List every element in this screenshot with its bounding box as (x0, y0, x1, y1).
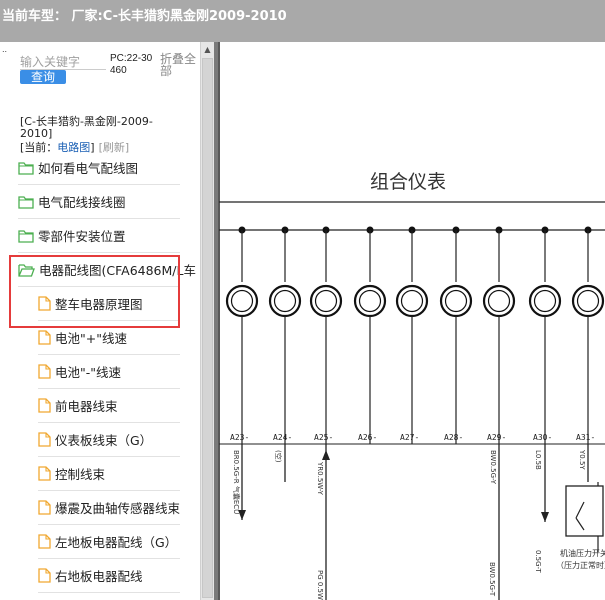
tree-item-label: 如何看电气配线图 (38, 161, 139, 176)
tree-item-left-floor-wiring[interactable]: 左地板电器配线（G） (38, 525, 180, 559)
tree-item-label: 电器配线图(CFA6486M/L车 (39, 263, 196, 278)
pin-label: A25- (314, 433, 333, 442)
diagram-canvas: 组合仪表 A23- A24- A25- A26- A27- A28- A29- A30- A31-… (218, 42, 605, 600)
wiring-diagram: 组合仪表 A23- A24- A25- A26- A27- A28- A29- A30- A31-… (218, 42, 605, 600)
tree-item-label: 控制线束 (55, 467, 106, 482)
wire-label: BW0.5G-T (488, 562, 496, 597)
pin-label: A26- (358, 433, 377, 442)
tree-item-instrument-harness[interactable]: 仪表板线束（G） (38, 423, 180, 457)
wire-label: 0.5G-T (534, 550, 542, 573)
window-title: 当前车型： 厂家:C-长丰猎豹黑金刚2009-2010 (2, 9, 287, 24)
file-icon (38, 364, 51, 379)
arrow-down-icon (541, 512, 549, 522)
oil-switch-box (565, 485, 604, 537)
diagram-title: 组合仪表 (370, 171, 446, 193)
tree-item-label: 爆震及曲轴传感器线束 (55, 501, 181, 516)
wire-label: (空) (274, 450, 283, 463)
switch-label-sub: （压力正常时） (556, 560, 605, 570)
tree-item-label: 电池"-"线速 (55, 365, 122, 380)
folder-icon (18, 229, 34, 243)
switch-label: 机油压力开关 (560, 548, 605, 558)
folder-icon (18, 195, 34, 209)
search-input[interactable] (20, 54, 106, 70)
query-button[interactable]: 查询 (20, 70, 66, 84)
tree-item-full-vehicle-schematic[interactable]: 整车电器原理图 (38, 287, 180, 321)
file-icon (38, 500, 51, 515)
pin-label: A27- (400, 433, 419, 442)
tree-item-knock-crank-harness[interactable]: 爆震及曲轴传感器线束 (38, 491, 180, 525)
file-icon (38, 568, 51, 583)
tree-item-label: 电池"+"线速 (55, 331, 127, 346)
pin-label: A30- (533, 433, 552, 442)
file-icon (38, 466, 51, 481)
file-icon (38, 432, 51, 447)
wire-label: YR0.5W-Y (316, 461, 324, 496)
sidebar-marker: .. (2, 45, 8, 54)
tree-item-front-harness[interactable]: 前电器线束 (38, 389, 180, 423)
scroll-up-icon[interactable]: ▲ (201, 44, 214, 56)
tree-item-label: 电气配线接线圈 (38, 195, 126, 210)
tree-folder-electrical-wiring[interactable]: 电器配线图(CFA6486M/L车 (18, 253, 196, 287)
tree-folder-how-to-read[interactable]: 如何看电气配线图 (18, 151, 180, 185)
pin-label: A28- (444, 433, 463, 442)
pin-label: A31- (576, 433, 595, 442)
sidebar: .. 查询 PC:22-30460 折叠全部 [C-长丰猎豹-黑金刚-2009-… (0, 42, 200, 600)
arrow-up-icon (322, 450, 330, 460)
tree-item-label: 右地板电器配线 (55, 569, 143, 584)
file-icon (38, 330, 51, 345)
folder-icon (18, 161, 34, 175)
pin-label: A24- (273, 433, 292, 442)
tree-item-label: 整车电器原理图 (55, 297, 143, 312)
pin-label: A23- (230, 433, 249, 442)
pin-label: A29- (487, 433, 506, 442)
tree-item-label: 零部件安装位置 (38, 229, 126, 244)
wire-label: Y0.5Y (578, 449, 586, 470)
fold-all-link[interactable]: 折叠全部 (160, 53, 200, 77)
file-icon (38, 534, 51, 549)
vehicle-path: [C-长丰猎豹-黑金刚-2009-2010] (20, 115, 153, 140)
tree-item-control-harness[interactable]: 控制线束 (38, 457, 180, 491)
folder-open-icon (18, 263, 35, 277)
wire-label: BW0.5G-Y (489, 450, 497, 485)
wire-label: PG 0.5W (316, 570, 324, 600)
file-icon (38, 398, 51, 413)
tree-item-label: 左地板电器配线（G） (55, 535, 178, 550)
tree-folder-wiring-connection[interactable]: 电气配线接线圈 (18, 185, 180, 219)
tree-item-label: 仪表板线束（G） (55, 433, 153, 448)
model-code: PC:22-30460 (110, 53, 153, 76)
wire-label: L0.5B (534, 450, 542, 470)
title-bar: 当前车型： 厂家:C-长丰猎豹黑金刚2009-2010 (0, 0, 605, 42)
tree-folder-component-location[interactable]: 零部件安装位置 (18, 219, 180, 253)
sidebar-scrollbar[interactable]: ▲ (200, 42, 214, 600)
file-icon (38, 296, 51, 311)
tree-item-label: 前电器线束 (55, 399, 118, 414)
scrollbar-thumb[interactable] (202, 58, 213, 598)
tree-item-battery-positive[interactable]: 电池"+"线速 (38, 321, 180, 355)
tree-item-right-floor-wiring[interactable]: 右地板电器配线 (38, 559, 180, 593)
tree-item-battery-negative[interactable]: 电池"-"线速 (38, 355, 180, 389)
wire-label: BR0.5G-R 气囊ECU (232, 450, 241, 514)
